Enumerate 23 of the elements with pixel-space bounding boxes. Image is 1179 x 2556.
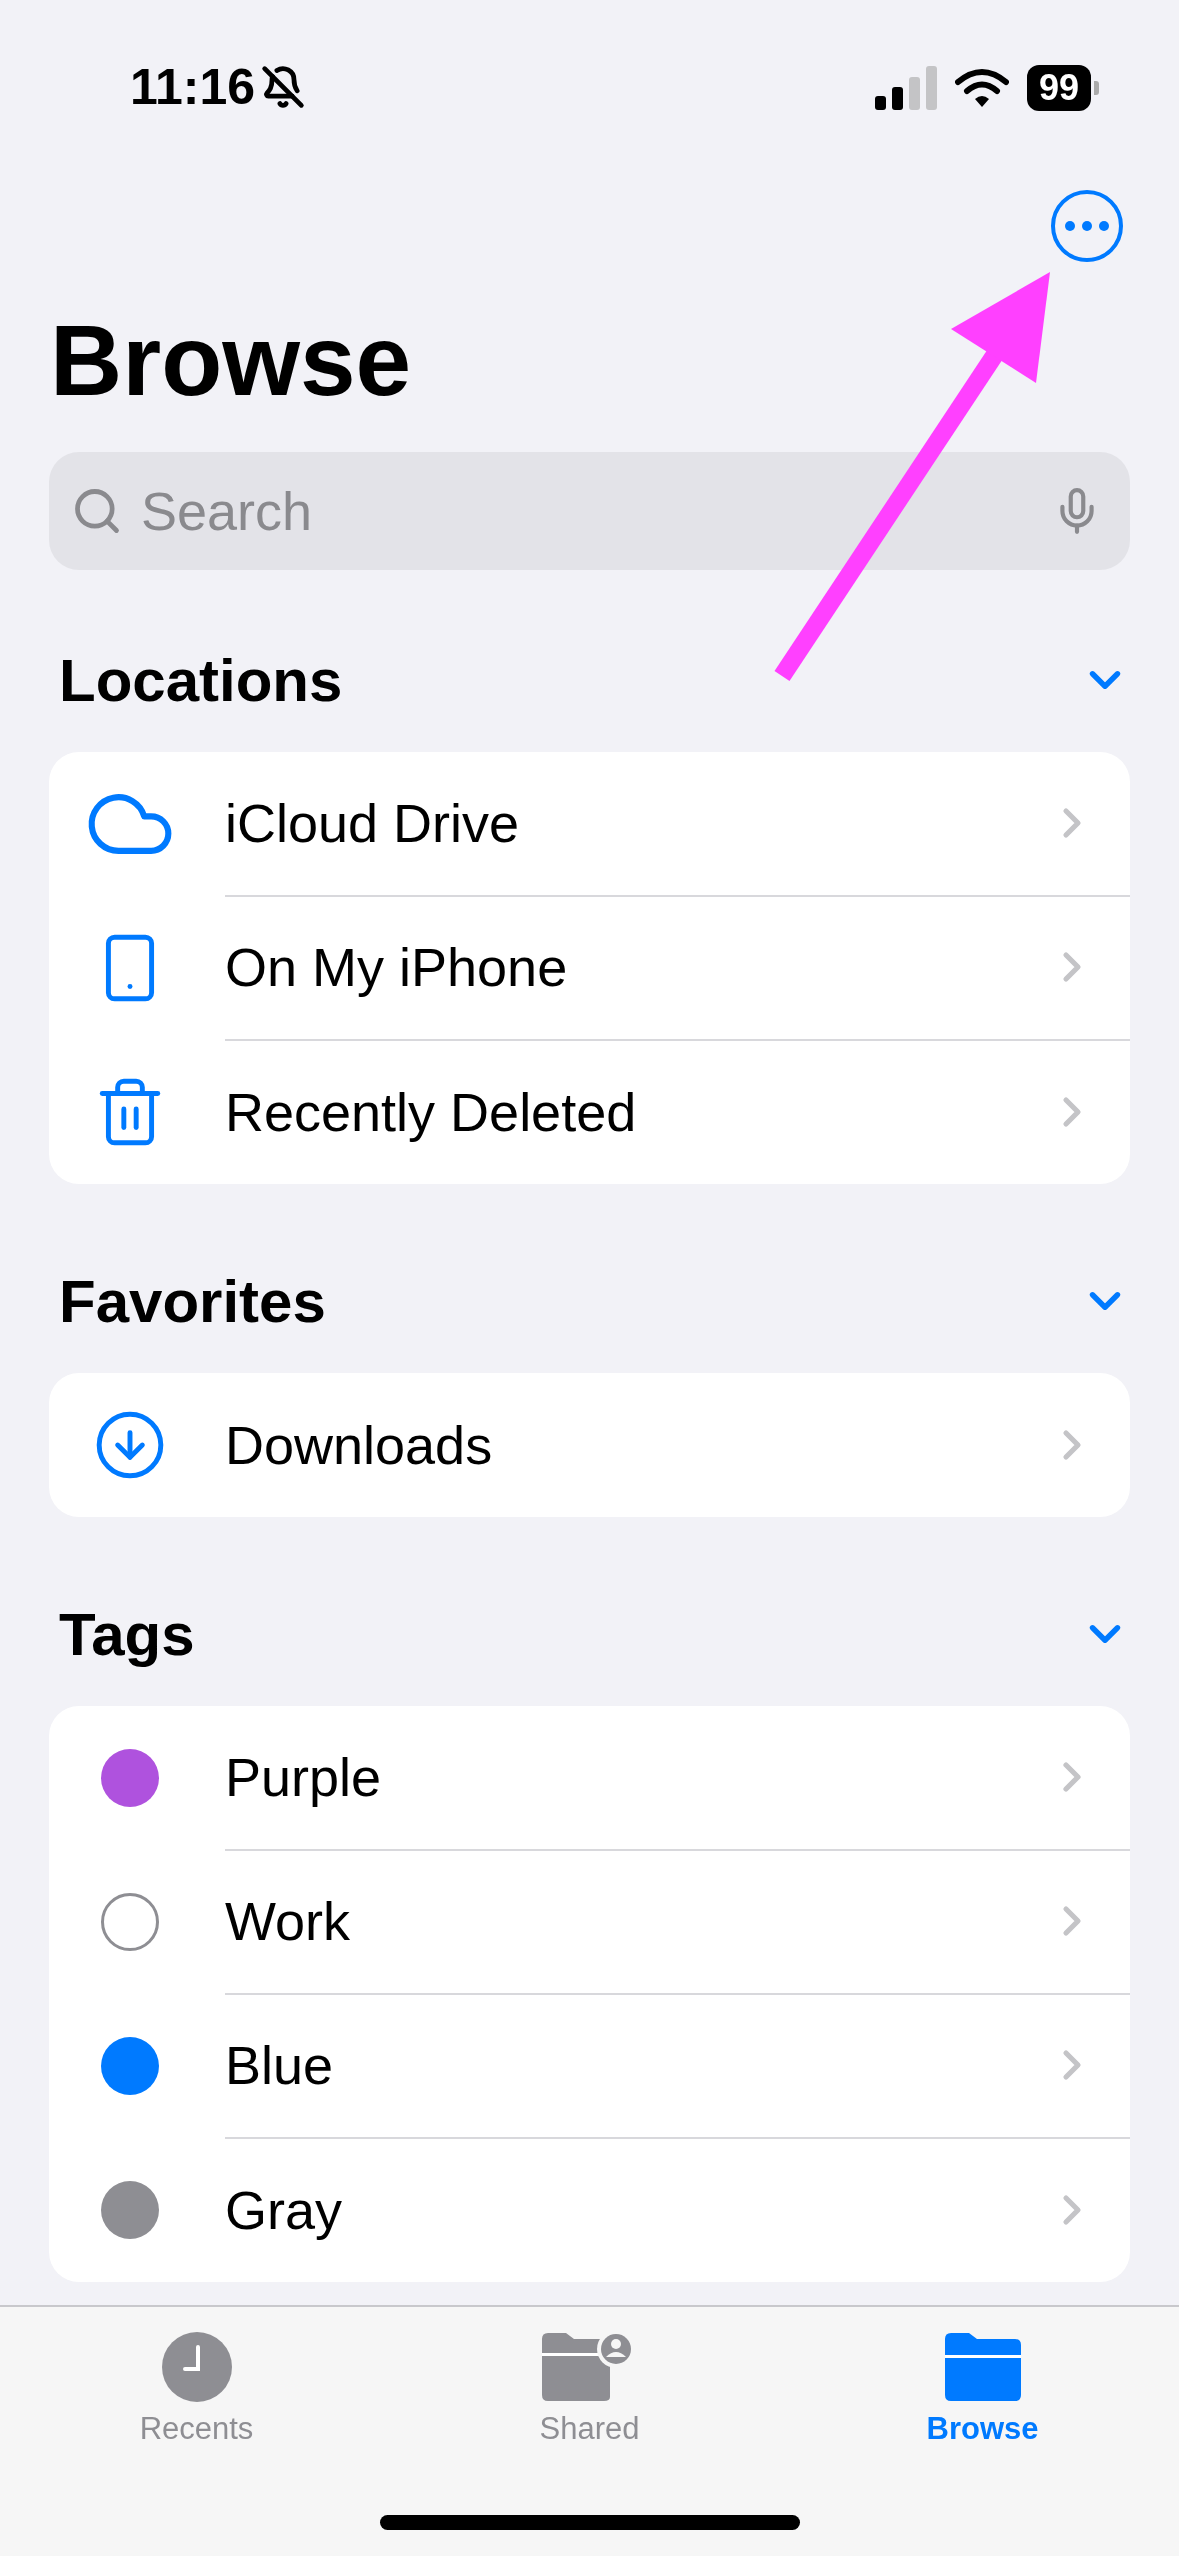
- list-item-label[interactable]: Work: [225, 1890, 350, 1952]
- section-title: Favorites: [59, 1266, 326, 1336]
- list-item-label[interactable]: On My iPhone: [225, 936, 568, 998]
- signal-icon: [874, 66, 937, 110]
- tab-item[interactable]: Browse: [786, 2307, 1179, 2447]
- section-title: Tags: [59, 1599, 195, 1669]
- section-title: Locations: [59, 645, 343, 715]
- tag-dot: [101, 1893, 159, 1951]
- more-button[interactable]: [1051, 190, 1123, 262]
- battery-indicator: 99: [1026, 65, 1099, 111]
- list-item-label[interactable]: Downloads: [225, 1414, 493, 1476]
- search-input[interactable]: Search: [139, 479, 1036, 543]
- list-item-label[interactable]: iCloud Drive: [225, 792, 520, 854]
- list-item-label[interactable]: Purple: [225, 1746, 382, 1808]
- wifi-icon: [954, 68, 1009, 108]
- list-item-label[interactable]: Gray: [225, 2179, 343, 2241]
- folder-icon: [942, 2331, 1023, 2403]
- search-bar[interactable]: Search: [49, 452, 1130, 570]
- list-item-label[interactable]: Blue: [225, 2034, 334, 2096]
- clock-time: 11:16: [130, 58, 256, 116]
- clock-icon: [160, 2331, 233, 2403]
- page-title: Browse: [50, 303, 413, 418]
- list-item-label[interactable]: Recently Deleted: [225, 1081, 637, 1143]
